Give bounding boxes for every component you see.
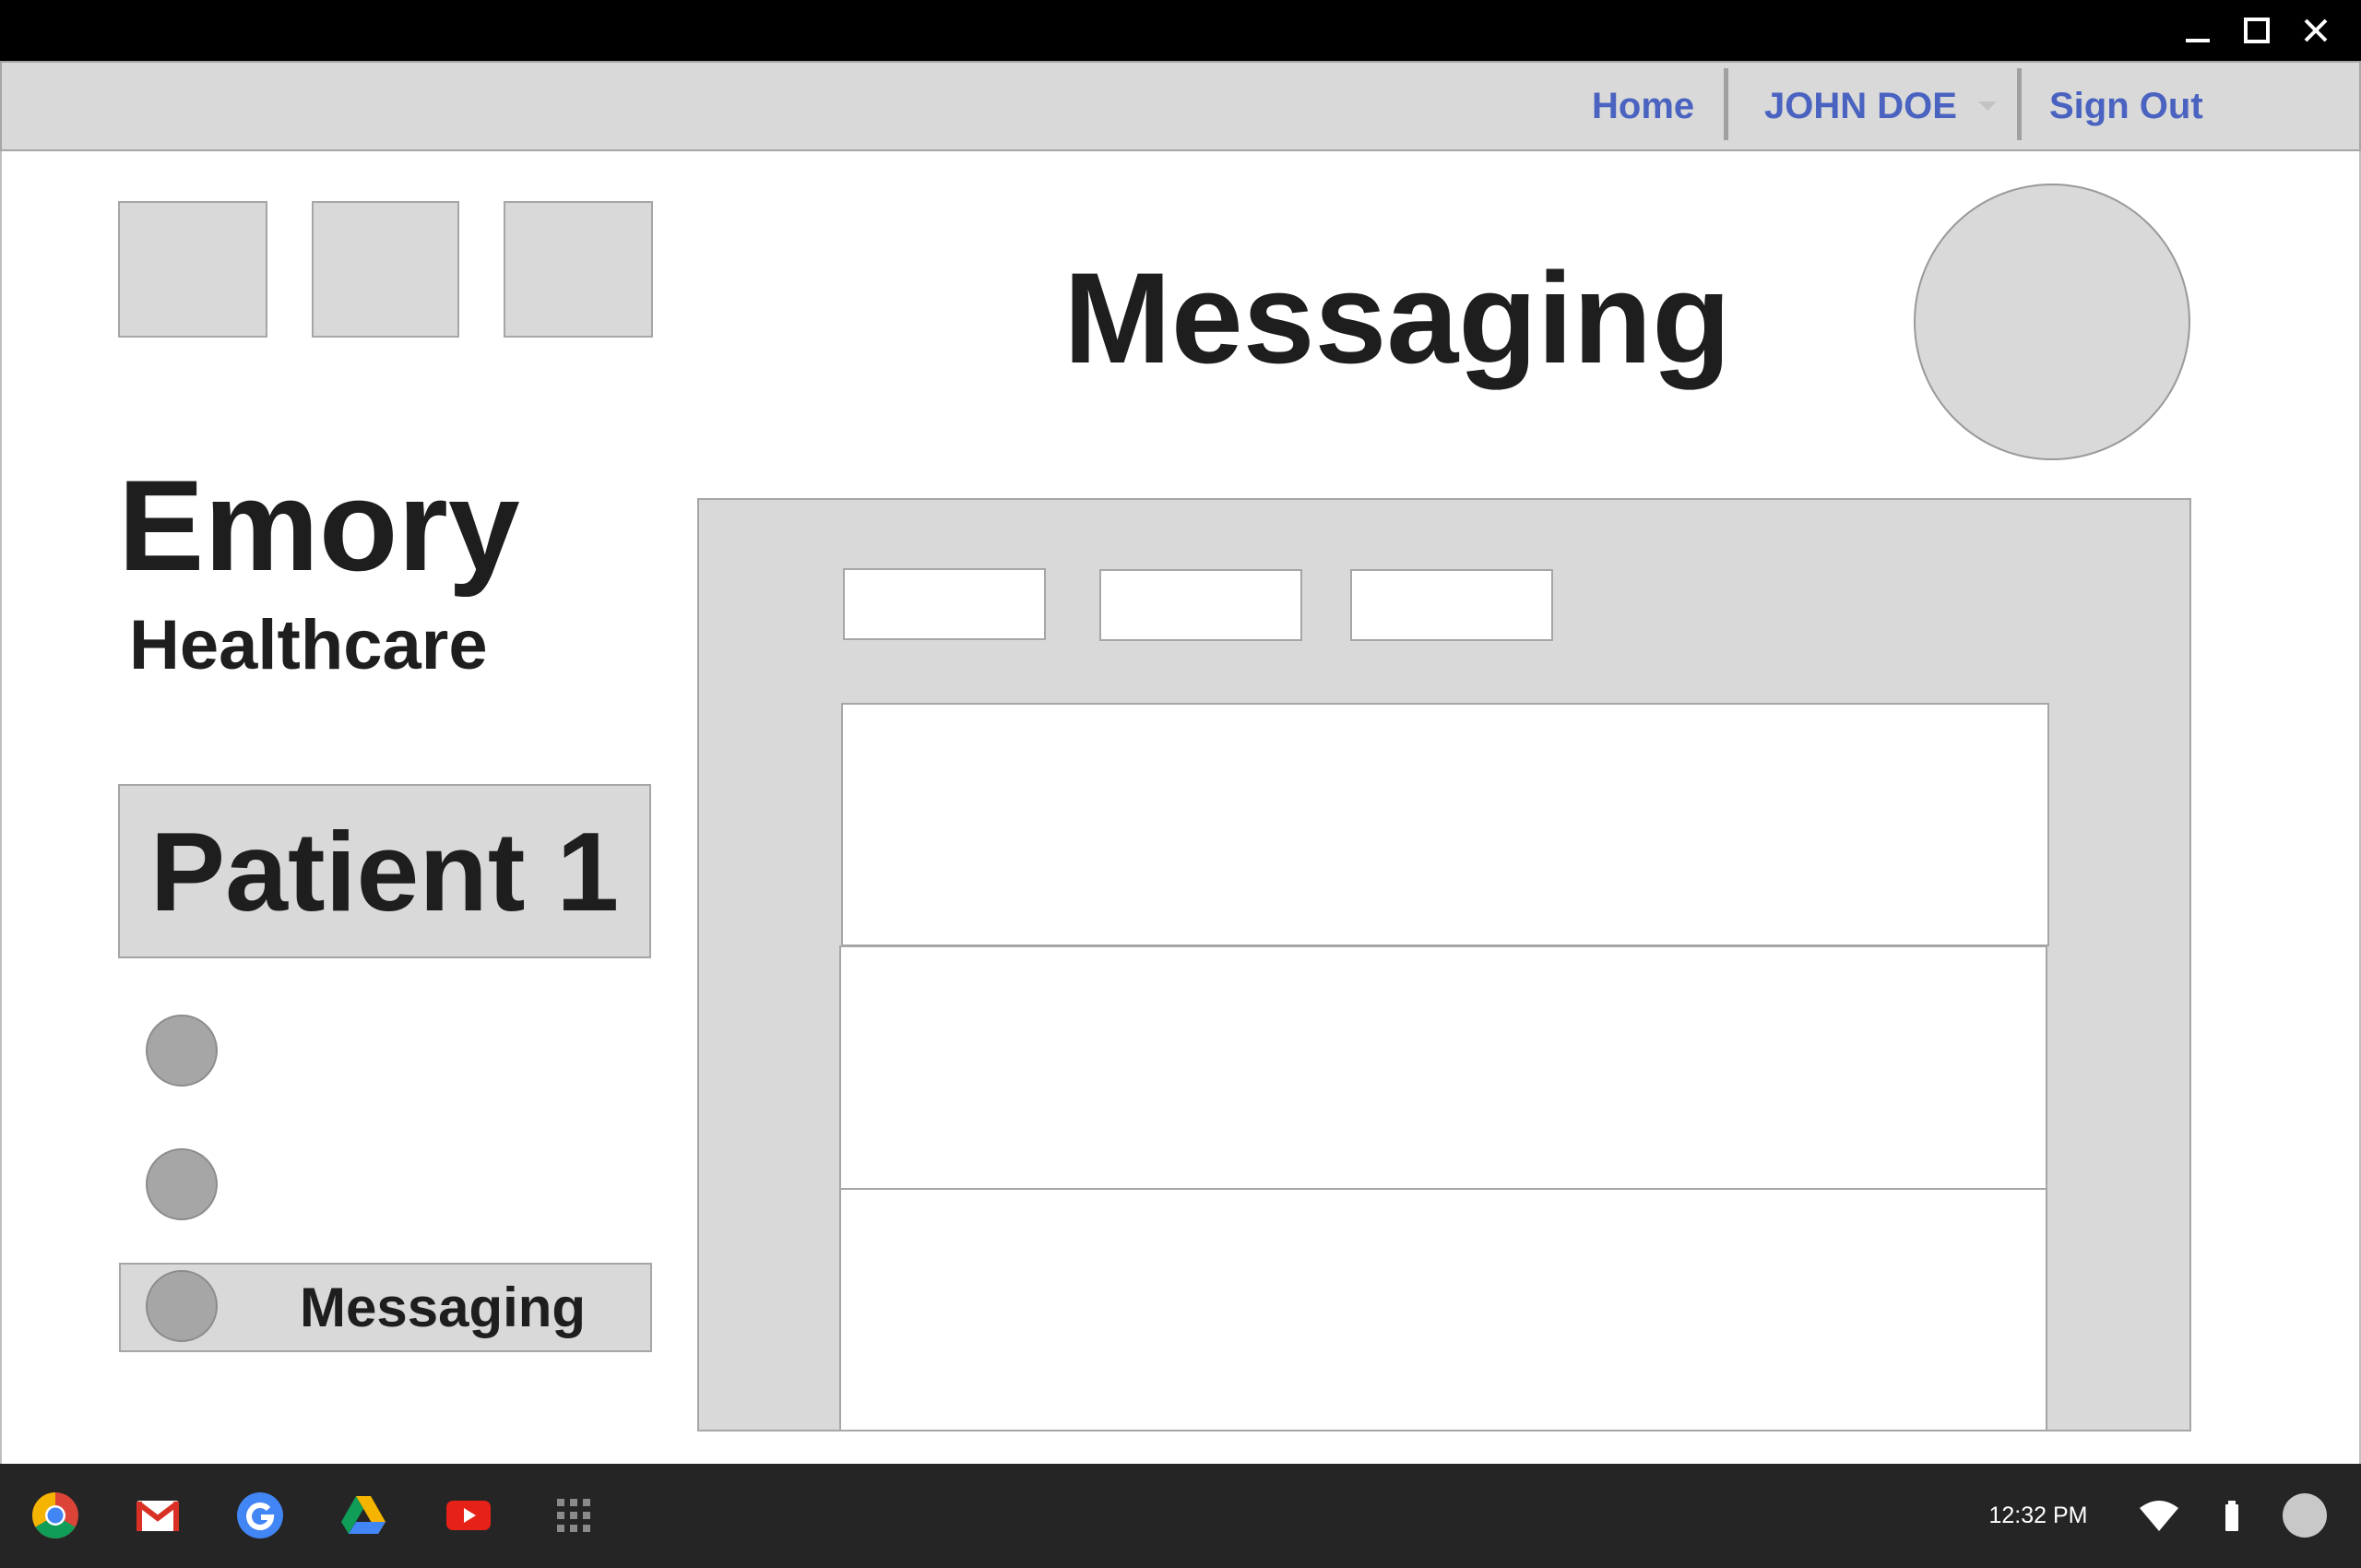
brand-subtitle: Healthcare bbox=[129, 606, 488, 684]
clock-time[interactable]: 12:32 PM bbox=[1974, 1491, 2103, 1539]
sign-out-link[interactable]: Sign Out bbox=[2049, 61, 2203, 151]
account-avatar[interactable] bbox=[2283, 1493, 2327, 1538]
placeholder-image-box bbox=[312, 201, 459, 338]
minimize-icon[interactable] bbox=[2168, 0, 2227, 61]
battery-icon[interactable] bbox=[2223, 1501, 2241, 1532]
app-launcher-icon[interactable] bbox=[550, 1491, 598, 1539]
user-menu-dropdown[interactable]: JOHN DOE bbox=[1764, 61, 1998, 151]
top-nav-bar bbox=[0, 61, 2361, 151]
gmail-icon[interactable] bbox=[134, 1491, 182, 1539]
sidebar-item-label: Messaging bbox=[300, 1277, 587, 1338]
placeholder-image-box bbox=[118, 201, 267, 338]
page-title: Messaging bbox=[1063, 245, 1731, 390]
messaging-tab[interactable] bbox=[1099, 569, 1302, 641]
chevron-down-icon bbox=[1977, 101, 1997, 111]
brand-name: Emory bbox=[118, 453, 520, 598]
message-item[interactable] bbox=[839, 1188, 2047, 1431]
maximize-icon[interactable] bbox=[2227, 0, 2286, 61]
profile-avatar[interactable] bbox=[1914, 184, 2190, 460]
chrome-icon[interactable] bbox=[31, 1491, 79, 1539]
nav-home-link[interactable]: Home bbox=[1592, 61, 1694, 151]
wifi-icon[interactable] bbox=[2139, 1499, 2179, 1532]
message-item[interactable] bbox=[841, 703, 2049, 946]
google-icon[interactable] bbox=[236, 1491, 284, 1539]
message-item[interactable] bbox=[839, 945, 2047, 1190]
patient-selector[interactable]: Patient 1 bbox=[118, 784, 651, 958]
drive-icon[interactable] bbox=[339, 1491, 387, 1539]
nav-divider bbox=[2017, 68, 2022, 140]
sidebar-item-icon bbox=[146, 1270, 218, 1342]
nav-divider bbox=[1724, 68, 1728, 140]
youtube-icon[interactable] bbox=[445, 1491, 492, 1539]
patient-name: Patient 1 bbox=[149, 808, 620, 934]
user-name-label: JOHN DOE bbox=[1764, 85, 1957, 126]
sidebar-item-icon[interactable] bbox=[146, 1015, 218, 1087]
window-title-bar bbox=[0, 0, 2361, 61]
messaging-tab[interactable] bbox=[843, 568, 1046, 640]
sidebar-item-icon[interactable] bbox=[146, 1148, 218, 1220]
close-icon[interactable] bbox=[2286, 0, 2345, 61]
placeholder-image-box bbox=[504, 201, 653, 338]
sidebar-item-messaging[interactable]: Messaging bbox=[119, 1263, 652, 1352]
messaging-tab[interactable] bbox=[1350, 569, 1553, 641]
